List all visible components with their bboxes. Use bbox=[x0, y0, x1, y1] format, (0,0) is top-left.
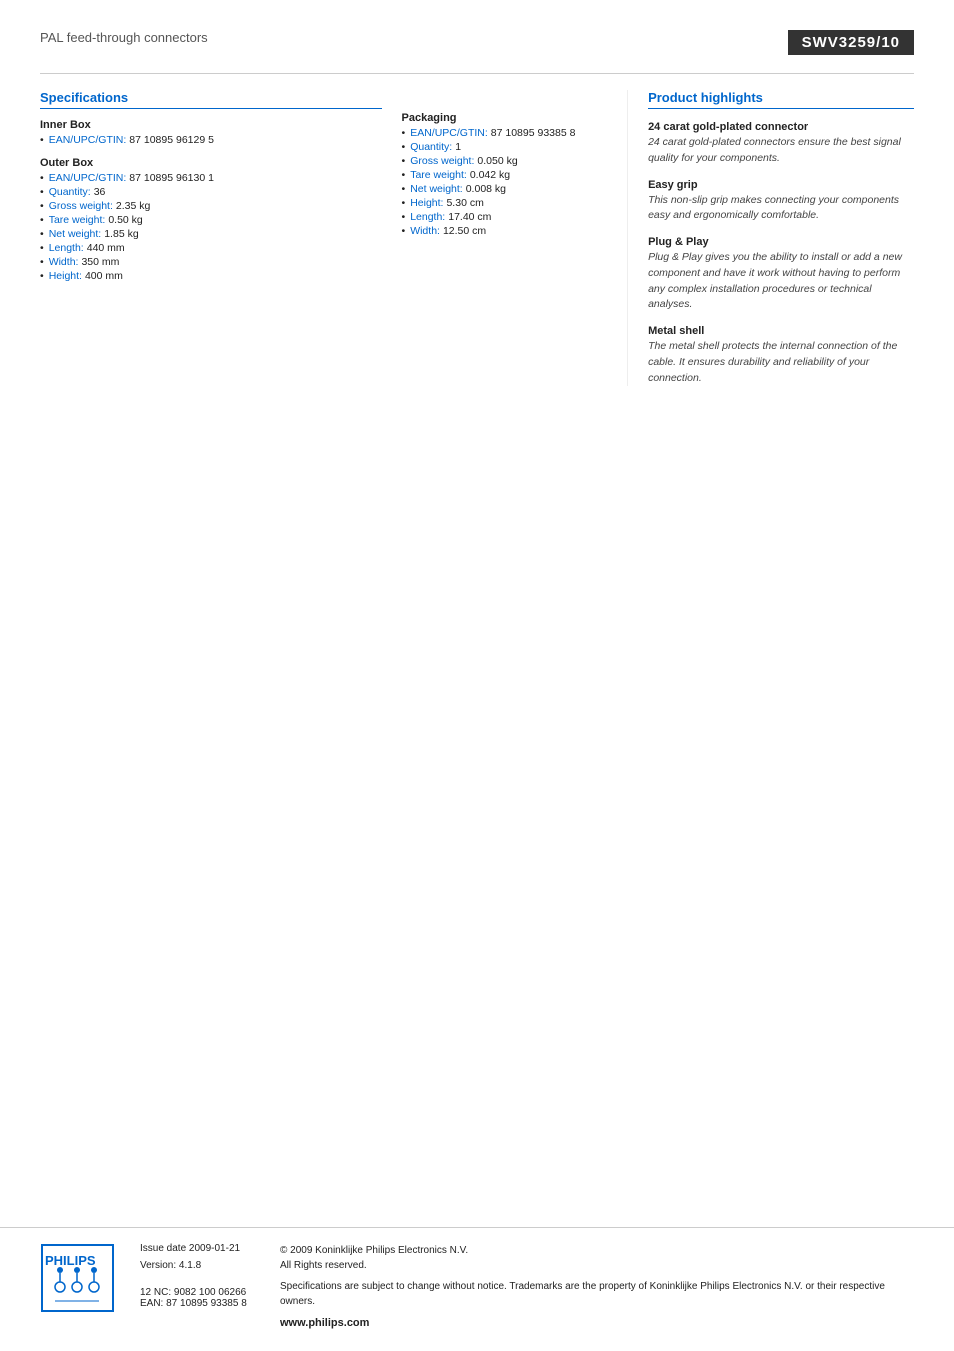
spec-value: 17.40 cm bbox=[448, 211, 491, 223]
spec-value: 400 mm bbox=[85, 270, 123, 282]
spec-label: EAN/UPC/GTIN: bbox=[49, 134, 127, 146]
spec-label: Quantity: bbox=[410, 141, 452, 153]
specifications-title: Specifications bbox=[40, 90, 382, 109]
highlight-title-1: Easy grip bbox=[648, 179, 914, 191]
footer-website-container: www.philips.com bbox=[280, 1315, 914, 1332]
list-item: Gross weight:0.050 kg bbox=[402, 154, 618, 168]
list-item: Height:5.30 cm bbox=[402, 196, 618, 210]
footer: PHILIPS Issue date 2009-01-21 Version: bbox=[0, 1227, 954, 1332]
footer-disclaimer: Specifications are subject to change wit… bbox=[280, 1279, 914, 1309]
packaging-list: EAN/UPC/GTIN:87 10895 93385 8Quantity:1G… bbox=[402, 126, 618, 238]
spec-label: Quantity: bbox=[49, 186, 91, 198]
list-item: Tare weight:0.042 kg bbox=[402, 168, 618, 182]
spec-label: Net weight: bbox=[410, 183, 463, 195]
spec-label: Gross weight: bbox=[410, 155, 474, 167]
version-key: Version: bbox=[140, 1260, 176, 1271]
inner-box-list: EAN/UPC/GTIN:87 10895 96129 5 bbox=[40, 133, 382, 147]
highlight-title-0: 24 carat gold-plated connector bbox=[648, 121, 914, 133]
spec-label: Tare weight: bbox=[49, 214, 106, 226]
spec-label: Height: bbox=[410, 197, 443, 209]
list-item: Quantity:36 bbox=[40, 185, 382, 199]
main-content: SpecificationsInner BoxEAN/UPC/GTIN:87 1… bbox=[40, 90, 914, 386]
footer-website: www.philips.com bbox=[280, 1317, 369, 1329]
spec-value: 0.050 kg bbox=[477, 155, 517, 167]
svg-text:PHILIPS: PHILIPS bbox=[45, 1253, 96, 1268]
packaging-title: Packaging bbox=[402, 112, 618, 124]
issue-date-label: Issue date 2009-01-21 bbox=[140, 1243, 260, 1254]
spec-label: EAN/UPC/GTIN: bbox=[410, 127, 488, 139]
header: PAL feed-through connectors SWV3259/10 bbox=[40, 30, 914, 55]
list-item: Net weight:1.85 kg bbox=[40, 227, 382, 241]
spec-value: 1.85 kg bbox=[104, 228, 138, 240]
highlight-title-3: Metal shell bbox=[648, 325, 914, 337]
spec-label: Height: bbox=[49, 270, 82, 282]
list-item: Gross weight:2.35 kg bbox=[40, 199, 382, 213]
list-item: EAN/UPC/GTIN:87 10895 93385 8 bbox=[402, 126, 618, 140]
specifications-column: SpecificationsInner BoxEAN/UPC/GTIN:87 1… bbox=[40, 90, 402, 386]
list-item: Net weight:0.008 kg bbox=[402, 182, 618, 196]
list-item: Tare weight:0.50 kg bbox=[40, 213, 382, 227]
outer-box-list: EAN/UPC/GTIN:87 10895 96130 1Quantity:36… bbox=[40, 171, 382, 283]
highlight-desc-0: 24 carat gold-plated connectors ensure t… bbox=[648, 135, 914, 167]
footer-copyright: © 2009 Koninklijke Philips Electronics N… bbox=[280, 1243, 914, 1273]
philips-logo-container: PHILIPS bbox=[40, 1243, 120, 1316]
highlights-title: Product highlights bbox=[648, 90, 914, 109]
spec-value: 0.042 kg bbox=[470, 169, 510, 181]
highlight-desc-2: Plug & Play gives you the ability to ins… bbox=[648, 250, 914, 313]
list-item: EAN/UPC/GTIN:87 10895 96130 1 bbox=[40, 171, 382, 185]
spec-value: 0.50 kg bbox=[108, 214, 142, 226]
footer-ean: EAN: 87 10895 93385 8 bbox=[140, 1298, 260, 1309]
spec-label: Width: bbox=[410, 225, 440, 237]
issue-date-value: 2009-01-21 bbox=[189, 1243, 240, 1254]
spec-value: 87 10895 96129 5 bbox=[129, 134, 214, 146]
footer-nc-ean: 12 NC: 9082 100 06266 EAN: 87 10895 9338… bbox=[140, 1287, 260, 1309]
spec-label: Length: bbox=[410, 211, 445, 223]
spec-value: 87 10895 93385 8 bbox=[491, 127, 576, 139]
spec-label: Tare weight: bbox=[410, 169, 467, 181]
highlight-title-2: Plug & Play bbox=[648, 236, 914, 248]
spec-label: Length: bbox=[49, 242, 84, 254]
spec-value: 350 mm bbox=[81, 256, 119, 268]
list-item: Width:12.50 cm bbox=[402, 224, 618, 238]
spec-label: Gross weight: bbox=[49, 200, 113, 212]
spec-label: EAN/UPC/GTIN: bbox=[49, 172, 127, 184]
spec-value: 36 bbox=[94, 186, 106, 198]
spec-value: 1 bbox=[455, 141, 461, 153]
outer-box-title: Outer Box bbox=[40, 157, 382, 169]
highlight-desc-3: The metal shell protects the internal co… bbox=[648, 339, 914, 386]
list-item: Width:350 mm bbox=[40, 255, 382, 269]
spec-value: 0.008 kg bbox=[466, 183, 506, 195]
spec-value: 440 mm bbox=[87, 242, 125, 254]
version-value: 4.1.8 bbox=[179, 1260, 201, 1271]
highlights-column: Product highlights 24 carat gold-plated c… bbox=[627, 90, 914, 386]
list-item: Quantity:1 bbox=[402, 140, 618, 154]
spec-label: Width: bbox=[49, 256, 79, 268]
spec-value: 12.50 cm bbox=[443, 225, 486, 237]
packaging-column: PackagingEAN/UPC/GTIN:87 10895 93385 8Qu… bbox=[402, 90, 628, 386]
version-label: Version: 4.1.8 bbox=[140, 1260, 260, 1271]
philips-logo-icon: PHILIPS bbox=[40, 1243, 115, 1313]
list-item: EAN/UPC/GTIN:87 10895 96129 5 bbox=[40, 133, 382, 147]
list-item: Height:400 mm bbox=[40, 269, 382, 283]
highlight-desc-1: This non-slip grip makes connecting your… bbox=[648, 193, 914, 225]
copyright-line1: © 2009 Koninklijke Philips Electronics N… bbox=[280, 1245, 468, 1256]
spec-value: 87 10895 96130 1 bbox=[129, 172, 214, 184]
page-title: PAL feed-through connectors bbox=[40, 30, 208, 45]
copyright-line2: All Rights reserved. bbox=[280, 1260, 367, 1271]
page: PAL feed-through connectors SWV3259/10 S… bbox=[0, 0, 954, 1351]
product-code: SWV3259/10 bbox=[788, 30, 914, 55]
spec-value: 2.35 kg bbox=[116, 200, 150, 212]
header-divider bbox=[40, 73, 914, 74]
footer-right: © 2009 Koninklijke Philips Electronics N… bbox=[280, 1243, 914, 1332]
footer-meta: Issue date 2009-01-21 Version: 4.1.8 12 … bbox=[140, 1243, 260, 1309]
inner-box-title: Inner Box bbox=[40, 119, 382, 131]
spec-value: 5.30 cm bbox=[446, 197, 483, 209]
list-item: Length:440 mm bbox=[40, 241, 382, 255]
list-item: Length:17.40 cm bbox=[402, 210, 618, 224]
spec-label: Net weight: bbox=[49, 228, 102, 240]
footer-nc: 12 NC: 9082 100 06266 bbox=[140, 1287, 260, 1298]
